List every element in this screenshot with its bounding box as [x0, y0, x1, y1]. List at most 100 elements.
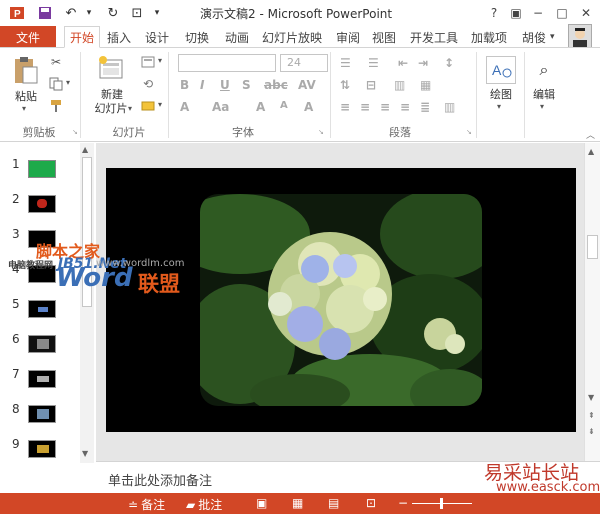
- decrease-indent-icon[interactable]: ⇤: [398, 56, 408, 70]
- paragraph-launcher-icon[interactable]: ↘: [466, 128, 472, 136]
- undo-dropdown-icon[interactable]: ▾: [80, 4, 98, 22]
- drawing-icon[interactable]: A: [486, 56, 516, 84]
- columns-icon[interactable]: ▥: [394, 78, 405, 92]
- align-text-icon[interactable]: ⊟: [366, 78, 376, 92]
- clear-formatting-icon[interactable]: A: [304, 100, 313, 114]
- bold-button[interactable]: B: [180, 78, 189, 92]
- slide-thumbnail-2[interactable]: [28, 195, 56, 213]
- close-button[interactable]: ✕: [576, 4, 596, 22]
- shadow-button[interactable]: S: [242, 78, 251, 92]
- slide-sorter-icon[interactable]: ▦: [292, 496, 303, 510]
- paste-icon[interactable]: [10, 54, 40, 86]
- tab-view[interactable]: 视图: [370, 26, 398, 48]
- new-slide-label-line2[interactable]: 幻灯片: [92, 102, 130, 116]
- scroll-thumb[interactable]: [587, 235, 598, 259]
- tab-addins[interactable]: 加载项: [468, 26, 510, 48]
- comments-toggle-button[interactable]: ▰ 批注: [186, 496, 222, 513]
- tab-animations[interactable]: 动画: [222, 26, 252, 48]
- align-right-icon[interactable]: ≡: [380, 100, 390, 114]
- powerpoint-logo-icon[interactable]: P: [8, 4, 26, 22]
- format-painter-icon[interactable]: [48, 98, 64, 114]
- slideshow-from-start-icon[interactable]: ⊡: [128, 4, 146, 22]
- tab-insert[interactable]: 插入: [104, 26, 134, 48]
- text-direction-icon[interactable]: ⇅: [340, 78, 350, 92]
- distribute-icon[interactable]: ≣: [420, 100, 430, 114]
- slide-thumbnail-6[interactable]: [28, 335, 56, 353]
- decrease-font-icon[interactable]: A: [280, 100, 288, 111]
- zoom-slider-thumb[interactable]: [440, 498, 443, 509]
- notes-placeholder[interactable]: 单击此处添加备注: [108, 470, 212, 489]
- avatar[interactable]: [568, 24, 592, 48]
- italic-button[interactable]: I: [200, 78, 204, 92]
- paste-button[interactable]: 粘贴: [12, 90, 40, 104]
- numbering-icon[interactable]: ☰: [368, 56, 379, 70]
- copy-icon[interactable]: [48, 76, 64, 92]
- tab-design[interactable]: 设计: [142, 26, 172, 48]
- drawing-button[interactable]: 绘图: [484, 88, 518, 102]
- new-slide-label-line1[interactable]: 新建: [96, 88, 128, 102]
- align-center-icon[interactable]: ≡: [360, 100, 370, 114]
- slide-thumbnail-9[interactable]: [28, 440, 56, 458]
- canvas-scrollbar[interactable]: ▲ ▼ ⇞ ⇟: [584, 143, 600, 461]
- help-button[interactable]: ?: [484, 4, 504, 22]
- tab-transitions[interactable]: 切换: [182, 26, 212, 48]
- slide-thumbnail-5[interactable]: [28, 300, 56, 318]
- editing-dropdown-icon[interactable]: ▾: [540, 102, 544, 111]
- bullets-icon[interactable]: ☰: [340, 56, 351, 70]
- thumbnails-scrollbar[interactable]: ▲ ▼: [80, 143, 94, 463]
- layout-icon[interactable]: [140, 54, 156, 70]
- line-spacing-icon[interactable]: ↕: [444, 56, 454, 70]
- normal-view-icon[interactable]: ▣: [256, 496, 267, 510]
- customize-toolbar-icon[interactable]: ▾: [148, 4, 166, 22]
- redo-icon[interactable]: ↻: [104, 4, 122, 22]
- font-launcher-icon[interactable]: ↘: [318, 128, 324, 136]
- character-spacing-icon[interactable]: AV: [298, 78, 316, 92]
- drawing-dropdown-icon[interactable]: ▾: [497, 102, 501, 111]
- slide-thumbnail-1[interactable]: [28, 160, 56, 178]
- font-family-combo[interactable]: [178, 54, 276, 72]
- section-icon[interactable]: [140, 98, 156, 114]
- columns-dropdown-icon[interactable]: ▥: [444, 100, 455, 114]
- layout-dropdown-icon[interactable]: ▾: [158, 56, 162, 65]
- undo-icon[interactable]: ↶: [62, 4, 80, 22]
- paste-dropdown-icon[interactable]: ▾: [22, 104, 26, 113]
- ribbon-display-options-button[interactable]: ▣: [506, 4, 526, 22]
- slide-thumbnail-8[interactable]: [28, 405, 56, 423]
- tab-file[interactable]: 文件: [0, 26, 56, 48]
- notes-toggle-button[interactable]: ≐ 备注: [128, 496, 165, 513]
- save-icon[interactable]: [36, 4, 54, 22]
- editing-button[interactable]: 编辑: [526, 88, 562, 102]
- current-slide[interactable]: [106, 168, 576, 432]
- increase-indent-icon[interactable]: ⇥: [418, 56, 428, 70]
- scroll-up-icon[interactable]: ▲: [588, 147, 594, 156]
- new-slide-dropdown-icon[interactable]: ▾: [128, 104, 132, 113]
- zoom-out-icon[interactable]: −: [398, 496, 408, 510]
- reset-slide-icon[interactable]: ⟲: [140, 76, 156, 92]
- strikethrough-button[interactable]: abc: [264, 78, 288, 92]
- new-slide-icon[interactable]: [96, 54, 126, 84]
- scroll-down-icon[interactable]: ▼: [82, 449, 88, 458]
- user-account[interactable]: 胡俊 ▾: [522, 26, 555, 48]
- next-slide-icon[interactable]: ⇟: [588, 427, 595, 436]
- maximize-button[interactable]: □: [552, 4, 572, 22]
- tab-review[interactable]: 审阅: [334, 26, 362, 48]
- increase-font-icon[interactable]: A: [256, 100, 265, 114]
- font-color-icon[interactable]: A: [180, 100, 189, 114]
- slideshow-view-icon[interactable]: ⊡: [366, 496, 376, 510]
- scroll-down-icon[interactable]: ▼: [588, 393, 594, 402]
- tab-developer[interactable]: 开发工具: [408, 26, 460, 48]
- clipboard-launcher-icon[interactable]: ↘: [72, 128, 78, 136]
- hydrangea-photo[interactable]: [200, 194, 482, 406]
- underline-button[interactable]: U: [220, 78, 230, 92]
- smartart-icon[interactable]: ▦: [420, 78, 431, 92]
- align-left-icon[interactable]: ≡: [340, 100, 350, 114]
- section-dropdown-icon[interactable]: ▾: [158, 100, 162, 109]
- binoculars-icon[interactable]: ⌕: [532, 56, 556, 84]
- cut-icon[interactable]: ✂: [48, 54, 64, 70]
- copy-dropdown-icon[interactable]: ▾: [66, 78, 70, 87]
- previous-slide-icon[interactable]: ⇞: [588, 411, 595, 420]
- change-case-icon[interactable]: Aa: [212, 100, 229, 114]
- tab-home[interactable]: 开始: [64, 26, 100, 48]
- collapse-ribbon-icon[interactable]: ︿: [586, 128, 595, 141]
- minimize-button[interactable]: −: [528, 4, 548, 22]
